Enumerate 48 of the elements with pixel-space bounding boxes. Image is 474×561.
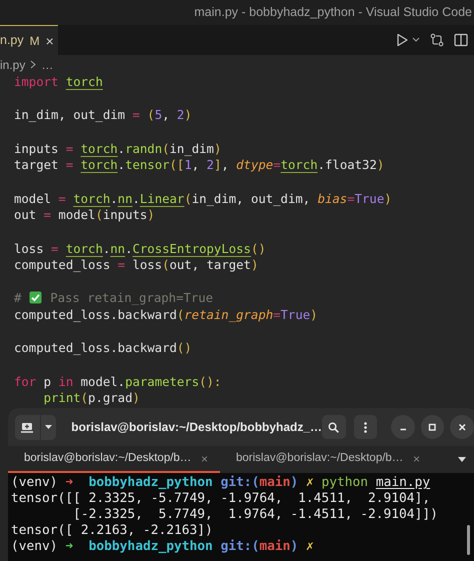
code-line: import torch: [14, 74, 103, 91]
run-icon[interactable]: [396, 33, 408, 47]
terminal-line: [-2.3325, 5.7749, 1.9764, -1.4511, -2.9104]]): [72, 507, 438, 523]
code-line: print(p.grad): [42, 390, 140, 408]
close-tab-button[interactable]: ×: [46, 34, 54, 48]
code-line: in_dim, out_dim = (5, 2): [14, 107, 192, 124]
close-button[interactable]: [450, 415, 474, 439]
chevron-right-icon: [30, 60, 36, 69]
code-line: target = torch.tensor([1, 2], dtype=torch.float32): [14, 157, 384, 174]
search-icon: [328, 422, 340, 432]
check-mark-icon: [29, 291, 42, 304]
compare-changes-icon[interactable]: [430, 33, 444, 47]
code-line: # Pass retain_graph=True: [14, 290, 214, 308]
modified-label: M: [30, 32, 40, 50]
search-button[interactable]: [322, 415, 346, 439]
code-line: loss = torch.nn.CrossEntropyLoss(): [14, 240, 266, 258]
close-tab-button[interactable]: ×: [200, 452, 208, 464]
tab-label: n.py: [0, 32, 24, 50]
terminal-line: tensor([ 2.2163, -2.2163]): [11, 523, 213, 539]
code-line: computed_loss.backward(retain_graph=True): [14, 307, 318, 324]
terminal-line: (venv) ➜ bobbyhadz_python git:(main) ✗ python main.py: [11, 475, 430, 491]
editor-tab[interactable]: n.py M ×: [0, 25, 58, 55]
code-line: for p in model.parameters():: [14, 374, 222, 390]
terminal-tab-icon: [21, 422, 34, 432]
close-icon: [458, 422, 467, 432]
caret-down-icon[interactable]: [458, 457, 466, 462]
maximize-button[interactable]: [420, 415, 444, 439]
caret-down-icon: [44, 425, 52, 429]
menu-button[interactable]: [354, 415, 378, 439]
terminal-tab[interactable]: borislav@borislav:~/Desktop/b… ×: [220, 446, 432, 473]
scrollbar: [467, 525, 470, 555]
terminal-line: tensor([[ 2.3325, -5.7749, -1.9764, 1.4511, 2.9104],: [11, 491, 430, 507]
code-line: inputs = torch.randn(in_dim): [14, 140, 222, 158]
close-tab-button[interactable]: ×: [412, 452, 420, 464]
terminal-title: borislav@borislav:~/Desktop/bobbyhadz_…: [71, 419, 322, 436]
code-line: out = model(inputs): [14, 207, 155, 224]
breadcrumb-item[interactable]: …: [41, 56, 54, 74]
maximize-icon: [428, 422, 438, 432]
code-line: computed_loss = loss(out, target): [14, 257, 258, 274]
caret-icon[interactable]: [412, 37, 420, 43]
breadcrumb-item[interactable]: in.py: [0, 56, 26, 74]
terminal-tab[interactable]: borislav@borislav:~/Desktop/b… ×: [8, 446, 220, 473]
window-title: main.py - bobbyhadz_python - Visual Studio Code: [194, 4, 472, 22]
split-editor-icon[interactable]: [454, 33, 468, 47]
code-line: computed_loss.backward(): [14, 340, 192, 358]
kebab-menu-icon: [364, 422, 367, 432]
code-line: model = torch.nn.Linear(in_dim, out_dim, bias=True): [14, 190, 392, 208]
terminal-line: (venv) ➜ bobbyhadz_python git:(main) ✗: [11, 539, 314, 555]
